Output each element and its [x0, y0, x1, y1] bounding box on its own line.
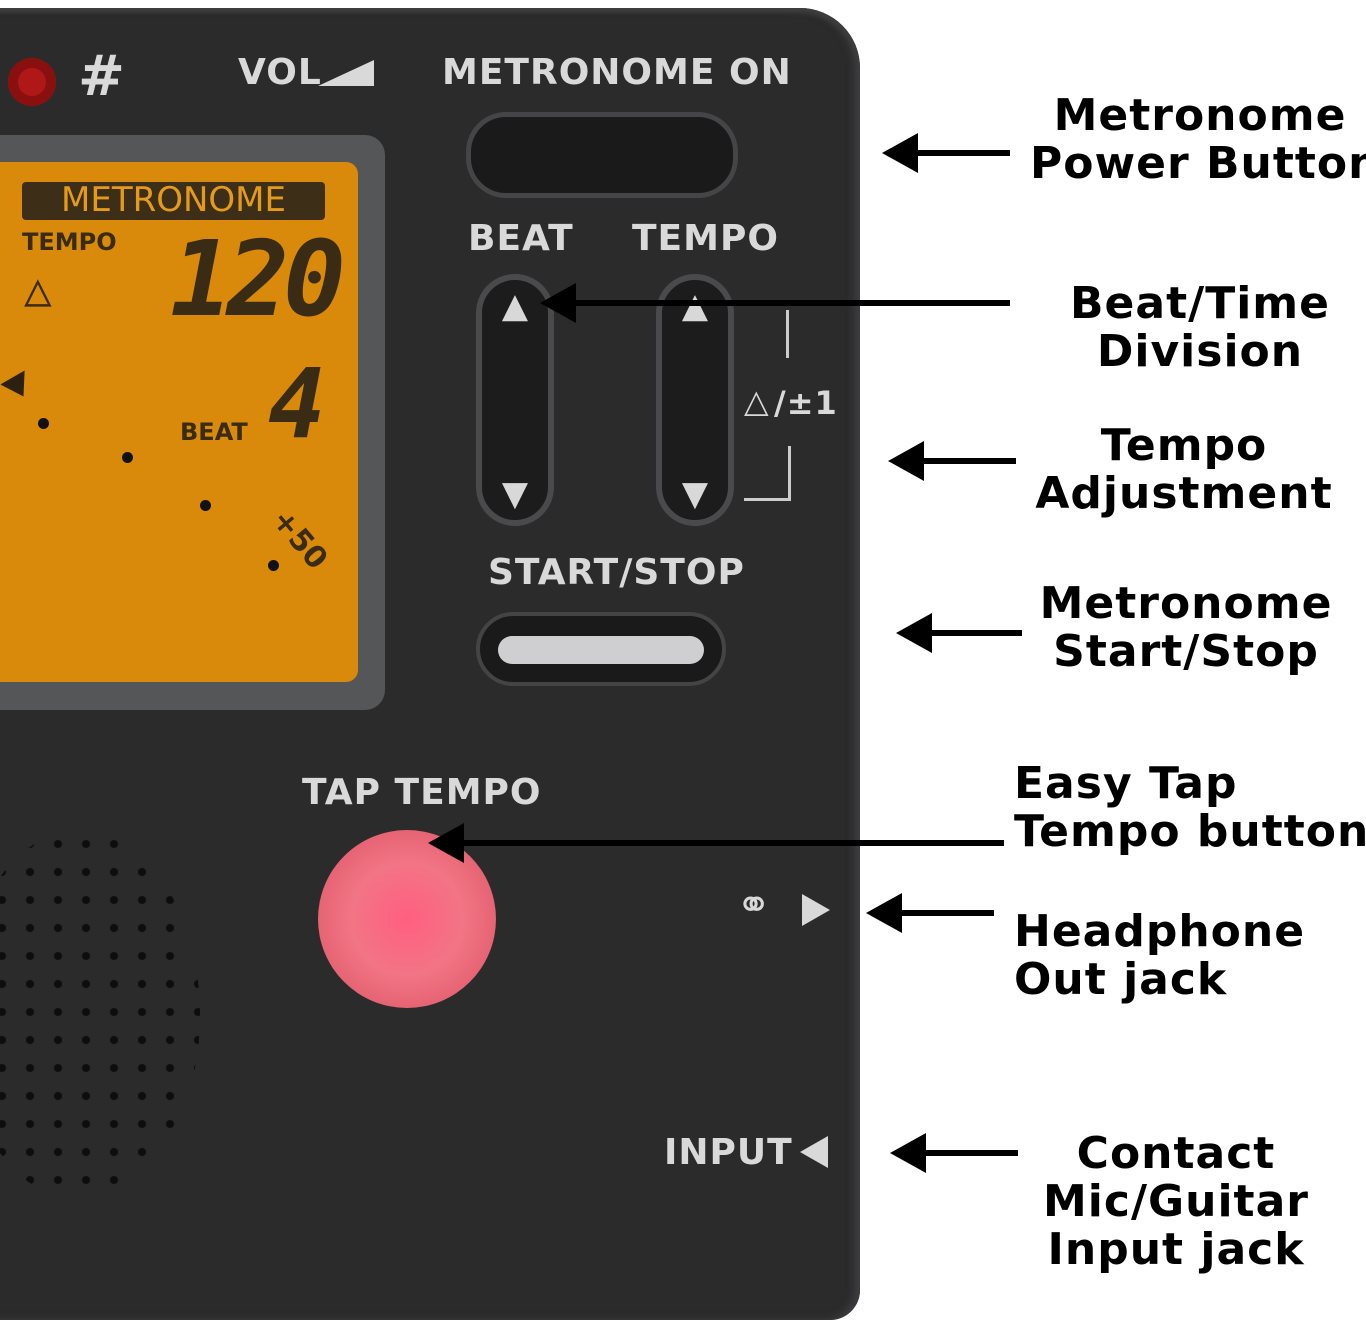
input-arrow-icon — [800, 1136, 828, 1168]
red-led-icon — [8, 58, 56, 106]
power-arrow — [882, 133, 1010, 173]
start-stop-button-face — [498, 636, 704, 664]
lcd-tempo-label: TEMPO — [22, 228, 117, 256]
annotation-start-stop: Metronome Start/Stop — [1016, 580, 1356, 676]
annotation-line: Metronome — [1053, 90, 1347, 141]
annotation-line: Start/Stop — [1053, 626, 1319, 677]
lcd-metronome-icon: △ — [24, 262, 52, 316]
lcd-scale-dot — [200, 500, 211, 511]
headphone-out-arrow-icon — [802, 894, 830, 926]
annotation-line: Tempo button — [1014, 806, 1366, 857]
input-arrow — [890, 1133, 1018, 1173]
annotation-tap: Easy Tap Tempo button — [1014, 760, 1366, 856]
tap-arrow — [428, 823, 1004, 863]
lcd-beat-value: 4 — [268, 348, 326, 460]
lcd-scale-dot — [38, 418, 49, 429]
annotation-line: Beat/Time — [1070, 278, 1330, 329]
sharp-label: # — [78, 44, 126, 109]
bracket-line — [744, 446, 791, 501]
start-stop-button[interactable] — [476, 612, 726, 686]
annotation-line: Mic/Guitar — [1043, 1176, 1309, 1227]
vol-label: VOL — [238, 52, 322, 93]
bracket-line — [786, 310, 789, 358]
annotation-line: Out jack — [1014, 954, 1228, 1005]
annotation-power: Metronome Power Button — [1030, 92, 1366, 188]
tap-tempo-label: TAP TEMPO — [302, 772, 542, 813]
annotation-line: Headphone — [1014, 906, 1306, 957]
annotation-line: Contact — [1076, 1128, 1276, 1179]
annotation-beat: Beat/Time Division — [1030, 280, 1366, 376]
lcd-beat-label: BEAT — [180, 418, 248, 446]
annotation-line: Input jack — [1047, 1224, 1305, 1275]
lcd-tempo-value: 120 — [170, 218, 346, 340]
metronome-power-button[interactable] — [466, 112, 738, 198]
beat-label: BEAT — [468, 218, 574, 259]
annotation-headphone: Headphone Out jack — [1014, 908, 1305, 1004]
start-stop-label: START/STOP — [488, 552, 745, 593]
beat-down-button[interactable]: ▼ — [502, 474, 528, 514]
annotation-line: Power Button — [1030, 138, 1366, 189]
annotation-tempo: Tempo Adjustment — [1014, 422, 1354, 518]
volume-wedge-icon — [318, 60, 374, 86]
beat-up-button[interactable]: ▲ — [502, 286, 528, 326]
annotation-line: Division — [1096, 326, 1304, 377]
headphone-arrow — [866, 893, 994, 933]
annotation-line: Tempo — [1100, 420, 1268, 471]
lcd-scale-dot — [268, 560, 279, 571]
annotation-line: Metronome — [1039, 578, 1333, 629]
metronome-icon: △ — [744, 382, 770, 420]
lcd-mode: METRONOME — [61, 180, 286, 220]
start-stop-arrow — [896, 613, 1022, 653]
annotation-line: Adjustment — [1035, 468, 1333, 519]
tempo-up-button[interactable]: ▲ — [682, 286, 708, 326]
tempo-label: TEMPO — [632, 218, 779, 259]
headphone-icon: ⚭ — [736, 880, 773, 929]
input-label: INPUT — [664, 1132, 793, 1173]
lcd-scale-dot — [122, 452, 133, 463]
beat-arrow — [540, 283, 1010, 323]
tempo-rocker[interactable]: ▲ ▼ — [656, 274, 734, 526]
metronome-pm1-label: /±1 — [774, 384, 838, 422]
annotation-input: Contact Mic/Guitar Input jack — [1006, 1130, 1346, 1274]
tempo-arrow — [888, 441, 1016, 481]
annotation-line: Easy Tap — [1014, 758, 1238, 809]
metronome-on-label: METRONOME ON — [442, 52, 792, 93]
tempo-down-button[interactable]: ▼ — [682, 474, 708, 514]
tap-tempo-button[interactable] — [318, 830, 496, 1008]
